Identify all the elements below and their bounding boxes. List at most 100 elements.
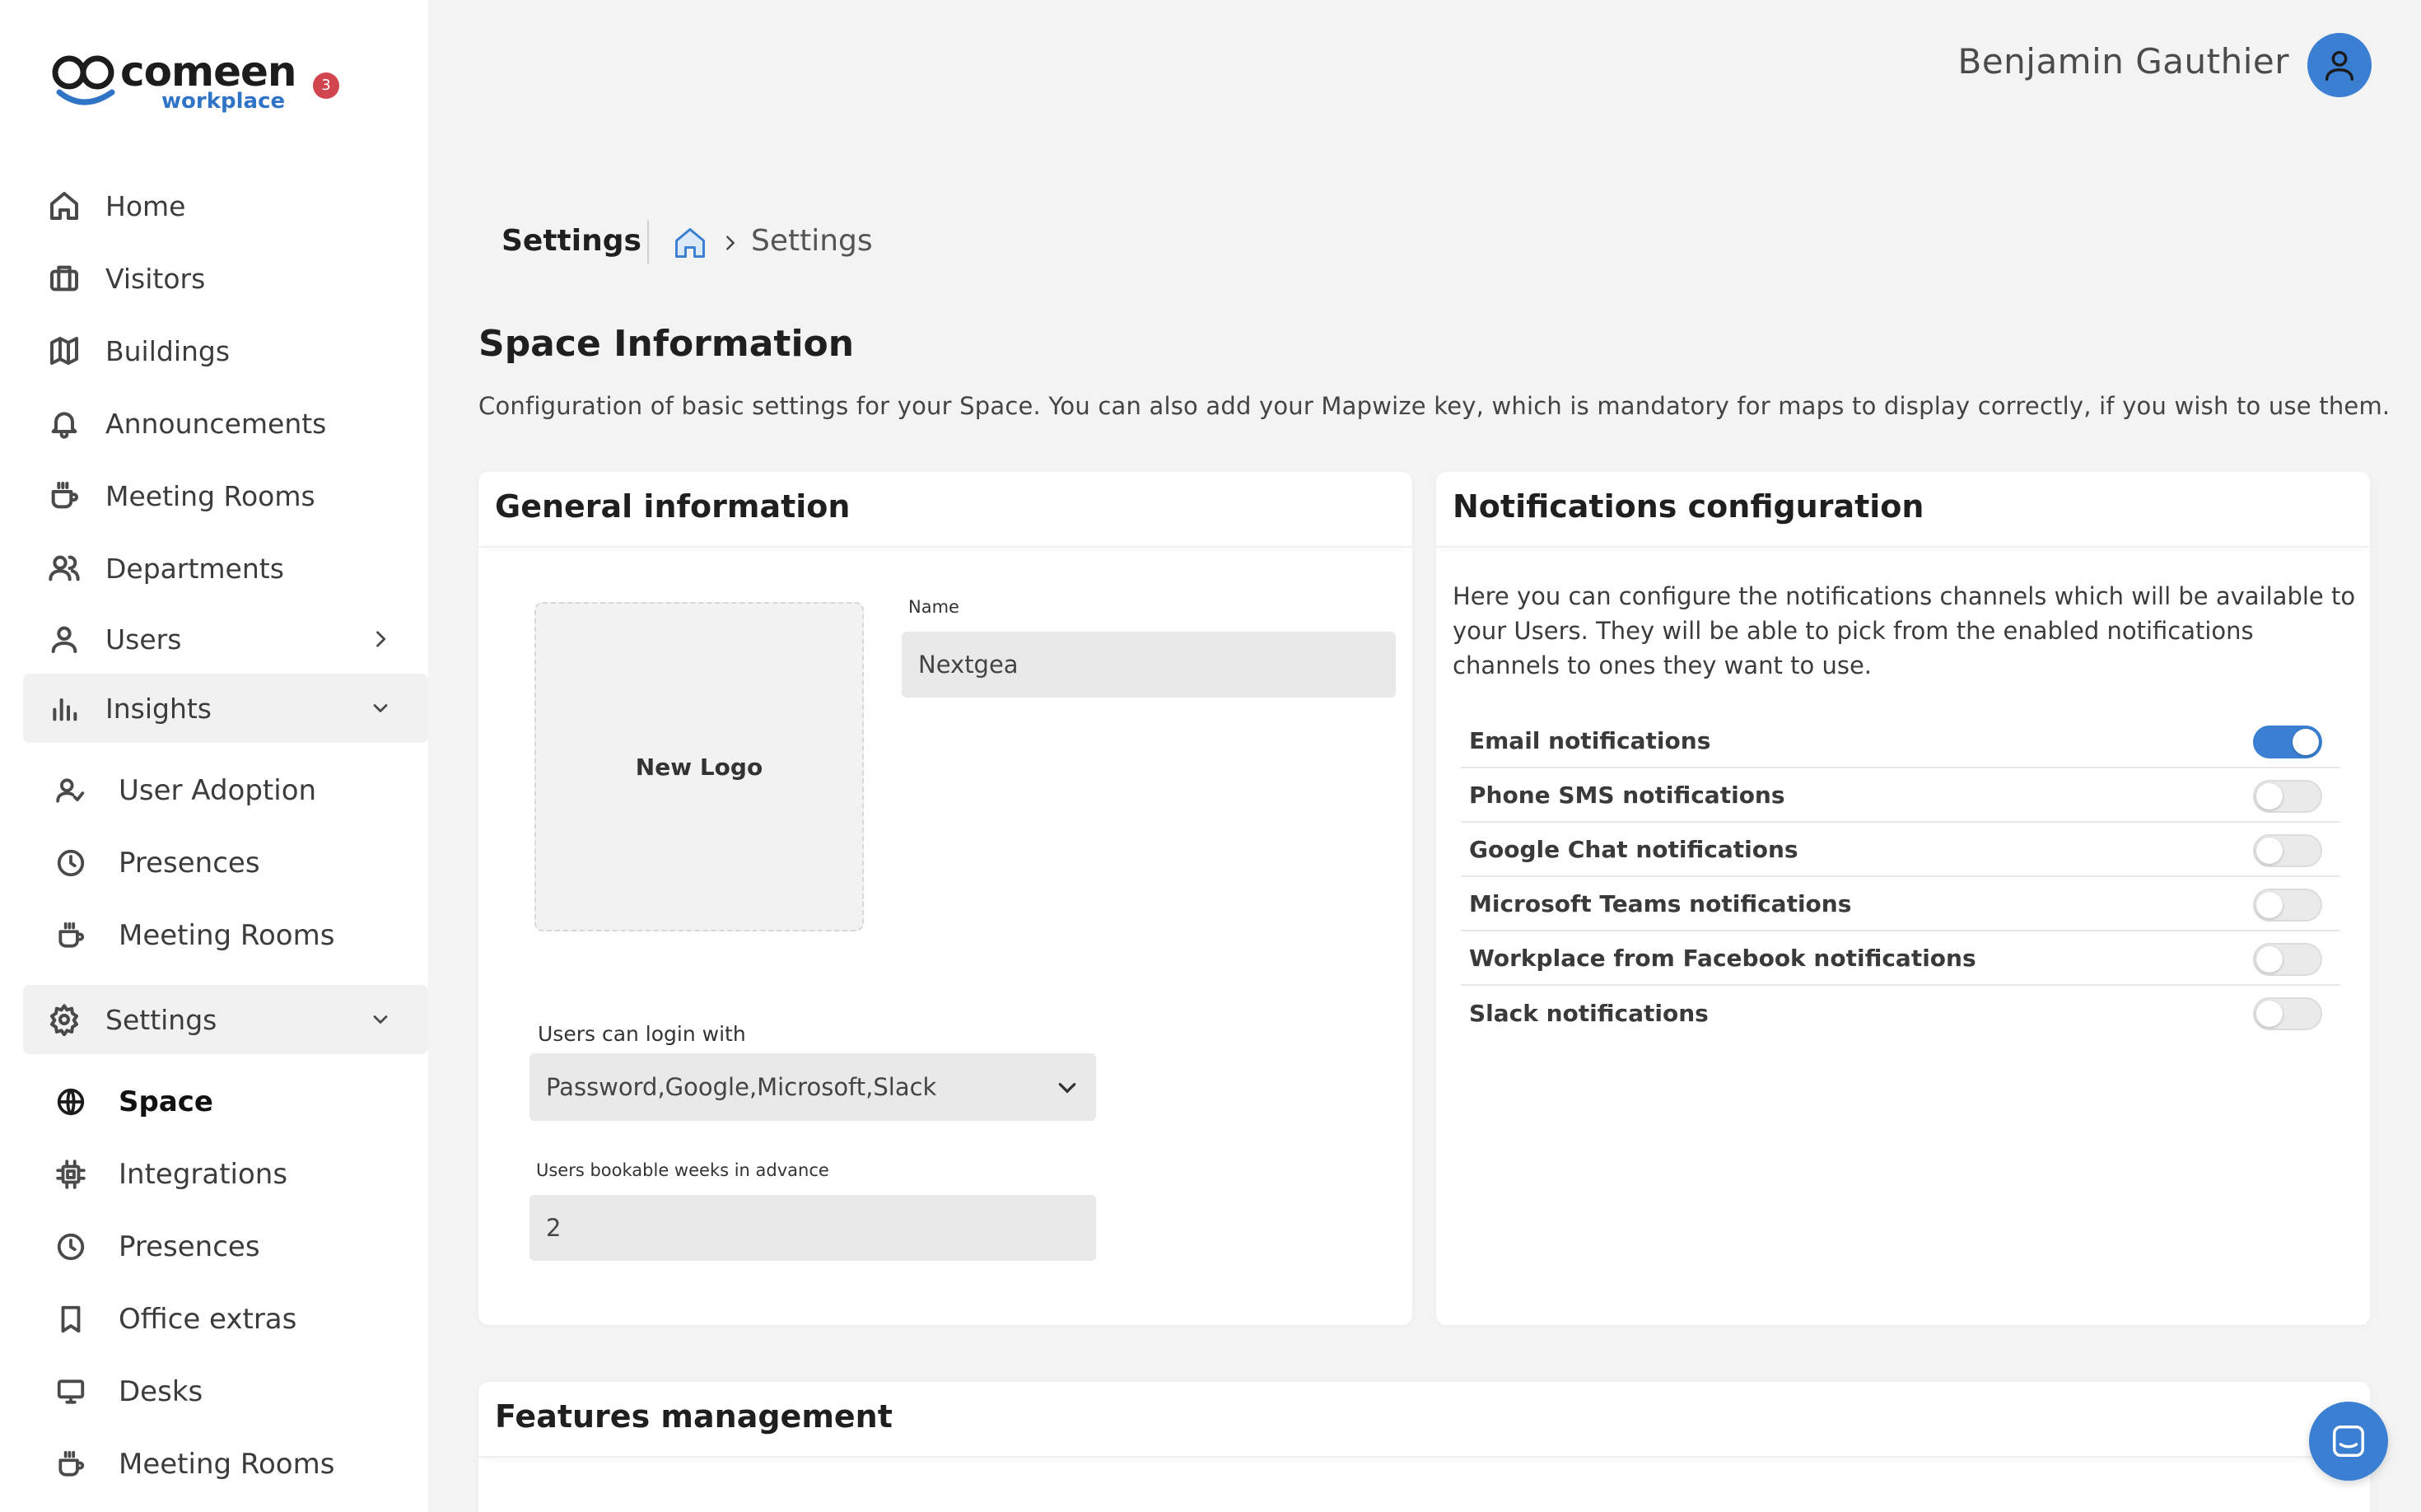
globe-icon [53, 1084, 89, 1120]
sidebar-subitem-meeting-rooms-settings[interactable]: Meeting Rooms [23, 1430, 428, 1499]
notification-label: Phone SMS notifications [1469, 781, 1785, 809]
sidebar-subitem-label: Presences [119, 1230, 260, 1263]
card-header: Features management [478, 1382, 2370, 1458]
sidebar-subitem-label: Space [119, 1085, 213, 1118]
toggle-knob [2256, 892, 2283, 918]
bell-icon [46, 405, 82, 441]
home-icon[interactable] [672, 224, 708, 262]
users-icon [46, 550, 82, 586]
sidebar-item-home[interactable]: Home [23, 171, 428, 240]
sidebar-item-label: Settings [105, 1003, 217, 1036]
sidebar-item-settings[interactable]: Settings [23, 985, 428, 1054]
sidebar-item-label: Meeting Rooms [105, 479, 315, 512]
cup-icon [46, 478, 82, 514]
name-input[interactable]: Nextgea [902, 632, 1396, 698]
brand-subtitle: workplace [161, 89, 286, 114]
slack-toggle[interactable] [2253, 997, 2322, 1030]
bookmark-icon [53, 1301, 89, 1337]
brand-logo[interactable]: comeen workplace [51, 46, 315, 120]
workplace-toggle[interactable] [2253, 943, 2322, 976]
google-chat-toggle[interactable] [2253, 834, 2322, 867]
sidebar-subitem-label: Meeting Rooms [119, 1448, 335, 1481]
sidebar-subitem-desks[interactable]: Desks [23, 1357, 428, 1426]
features-management-card: Features management [478, 1382, 2370, 1512]
notification-label: Slack notifications [1469, 999, 1709, 1027]
notification-row-google-chat: Google Chat notifications [1461, 823, 2340, 877]
chevron-down-icon [373, 1015, 388, 1024]
clock-icon [53, 1229, 89, 1265]
sms-toggle[interactable] [2253, 780, 2322, 813]
sidebar-subitem-label: Desks [119, 1375, 203, 1408]
section-description: Configuration of basic settings for your… [478, 392, 2391, 420]
sidebar-item-label: Insights [105, 692, 212, 725]
sidebar-item-departments[interactable]: Departments [23, 534, 428, 603]
toggle-knob [2256, 783, 2283, 810]
briefcase-icon [46, 260, 82, 296]
logo-upload[interactable]: New Logo [534, 602, 864, 931]
sidebar-subitem-meeting-rooms[interactable]: Meeting Rooms [23, 901, 428, 970]
card-title: Features management [495, 1398, 893, 1435]
chevron-right-icon [376, 631, 386, 647]
weeks-input[interactable]: 2 [529, 1195, 1096, 1261]
login-select[interactable]: Password,Google,Microsoft,Slack [529, 1053, 1096, 1121]
notification-row-sms: Phone SMS notifications [1461, 768, 2340, 823]
cup-icon [53, 1446, 89, 1482]
toggle-knob [2256, 1001, 2283, 1027]
teams-toggle[interactable] [2253, 889, 2322, 922]
avatar[interactable] [2307, 33, 2372, 97]
breadcrumb-divider [647, 221, 649, 264]
sidebar-subitem-office-extras[interactable]: Office extras [23, 1285, 428, 1354]
notifications-card: Notifications configuration Here you can… [1436, 472, 2370, 1325]
notification-label: Google Chat notifications [1469, 835, 1798, 863]
sidebar-subitem-presences-settings[interactable]: Presences [23, 1212, 428, 1281]
email-toggle[interactable] [2253, 726, 2322, 758]
sidebar-subitem-space[interactable]: Space [23, 1067, 428, 1136]
sidebar-item-buildings[interactable]: Buildings [23, 316, 428, 385]
chevron-down-icon [373, 704, 388, 712]
login-select-value: Password,Google,Microsoft,Slack [546, 1073, 937, 1101]
gear-icon [46, 1001, 82, 1038]
user-icon [46, 621, 82, 657]
sidebar-subitem-label: Office extras [119, 1303, 297, 1336]
toggle-knob [2256, 838, 2283, 864]
sidebar-item-announcements[interactable]: Announcements [23, 389, 428, 458]
sidebar-subitem-integrations[interactable]: Integrations [23, 1140, 428, 1209]
sidebar-subitem-label: Meeting Rooms [119, 919, 335, 952]
sidebar-item-users[interactable]: Users [23, 604, 428, 674]
notification-badge[interactable]: 3 [313, 72, 339, 99]
sidebar-item-label: Buildings [105, 334, 231, 367]
notifications-description: Here you can configure the notifications… [1453, 582, 2356, 679]
sidebar-subitem-label: Integrations [119, 1158, 288, 1191]
sidebar-item-insights[interactable]: Insights [23, 674, 428, 743]
sidebar-item-visitors[interactable]: Visitors [23, 244, 428, 313]
breadcrumb-current: Settings [751, 224, 873, 258]
sidebar-subitem-user-adoption[interactable]: User Adoption [23, 756, 428, 825]
sidebar: comeen workplace 3 Home Visitors Buildin… [0, 0, 428, 1512]
chevron-down-icon [1058, 1083, 1076, 1094]
card-header: General information [478, 472, 1412, 548]
notification-label: Email notifications [1469, 726, 1711, 754]
sidebar-item-label: Home [105, 189, 186, 222]
cup-icon [53, 917, 89, 954]
page-title: Settings [501, 224, 641, 258]
user-avatar-icon [2325, 50, 2354, 81]
map-icon [46, 333, 82, 369]
sidebar-subitem-label: User Adoption [119, 774, 317, 807]
name-label: Name [908, 597, 959, 617]
toggle-knob [2256, 946, 2283, 973]
notification-label: Microsoft Teams notifications [1469, 889, 1852, 917]
chip-icon [53, 1156, 89, 1192]
card-title: General information [495, 488, 851, 525]
login-label: Users can login with [538, 1022, 746, 1046]
sidebar-item-meeting-rooms[interactable]: Meeting Rooms [23, 461, 428, 530]
sidebar-item-label: Visitors [105, 262, 206, 295]
weeks-label: Users bookable weeks in advance [536, 1160, 829, 1180]
user-name[interactable]: Benjamin Gauthier [1958, 41, 2290, 82]
monitor-icon [53, 1374, 89, 1410]
chat-button[interactable] [2309, 1402, 2388, 1481]
section-title: Space Information [478, 323, 855, 365]
card-title: Notifications configuration [1453, 488, 1924, 525]
notification-label: Workplace from Facebook notifications [1469, 944, 1976, 972]
sidebar-subitem-presences[interactable]: Presences [23, 828, 428, 898]
chat-icon [2333, 1426, 2364, 1457]
